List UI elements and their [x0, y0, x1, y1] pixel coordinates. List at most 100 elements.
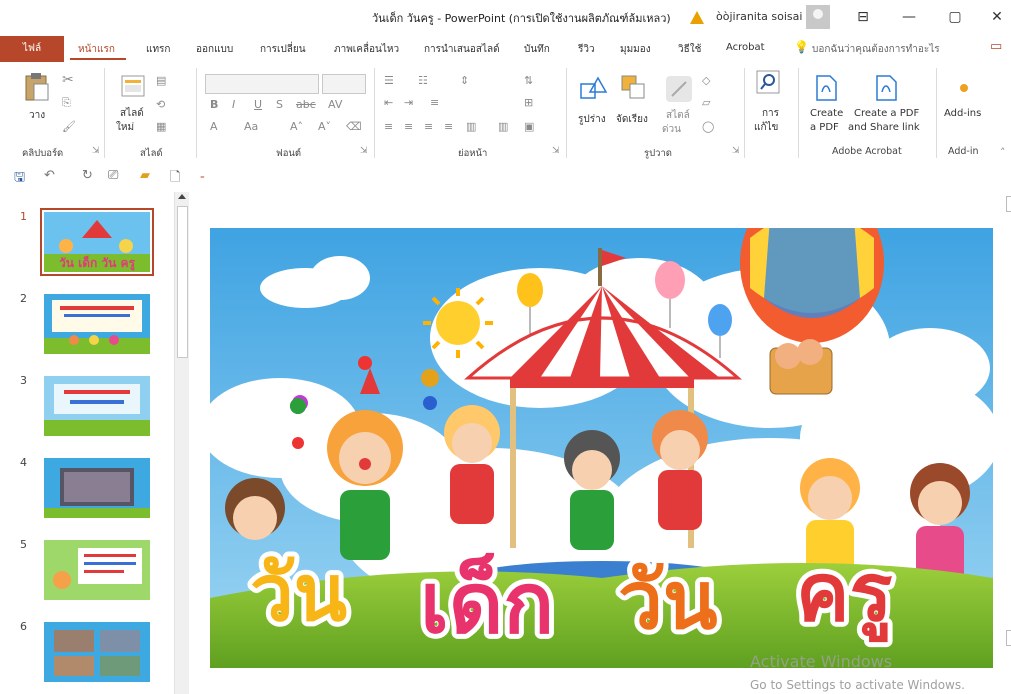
underline-icon[interactable]: U	[254, 98, 262, 111]
share-pdf-icon[interactable]	[874, 74, 898, 102]
collapse-ribbon-icon[interactable]: ˄	[1000, 146, 1006, 159]
paste-icon[interactable]	[24, 72, 50, 102]
slide-thumbnail-3[interactable]	[44, 376, 150, 436]
undo-icon[interactable]: ↶	[44, 168, 55, 183]
tab-transitions[interactable]: การเปลี่ยน	[260, 42, 306, 57]
italic-icon[interactable]: I	[232, 98, 235, 111]
quick-styles-icon[interactable]	[664, 74, 694, 104]
addins-button[interactable]: Add-ins	[944, 108, 981, 119]
font-name-combo[interactable]	[205, 74, 319, 94]
comments-icon[interactable]: ▭	[990, 39, 1002, 54]
font-color-icon[interactable]: A	[210, 120, 218, 133]
new-slide-icon[interactable]	[118, 72, 146, 100]
justify-icon[interactable]: ≡	[444, 120, 453, 133]
tab-file[interactable]: ไฟล์	[0, 36, 64, 62]
increase-indent-icon[interactable]: ⇥	[404, 96, 413, 109]
new-slide-label-1[interactable]: สไลด์	[120, 106, 144, 121]
user-name[interactable]: òòjiranita soisai	[716, 10, 802, 23]
arrange-icon[interactable]	[620, 74, 648, 104]
tab-design[interactable]: ออกแบบ	[196, 42, 233, 57]
shapes-icon[interactable]	[578, 74, 608, 104]
avatar[interactable]	[806, 5, 830, 29]
shape-outline-icon[interactable]: ▱	[702, 96, 710, 109]
format-painter-icon[interactable]: 🖌	[62, 120, 76, 133]
editing-label-2[interactable]: แก้ไข	[754, 120, 778, 135]
slide-thumbnail-4[interactable]	[44, 458, 150, 518]
tell-me-search[interactable]: บอกฉันว่าคุณต้องการทำอะไร	[812, 42, 940, 57]
scroll-up-icon[interactable]	[178, 194, 186, 199]
scrollbar-thumb[interactable]	[177, 206, 188, 358]
line-spacing-icon[interactable]: ⇕	[460, 74, 469, 87]
tab-view[interactable]: มุมมอง	[620, 42, 651, 57]
smartart-icon[interactable]: ▣	[524, 120, 534, 133]
tab-acrobat[interactable]: Acrobat	[726, 42, 765, 53]
columns-icon[interactable]: ≡	[430, 96, 439, 109]
slide-thumbnail-6[interactable]	[44, 622, 150, 682]
shape-effects-icon[interactable]: ◯	[702, 120, 714, 133]
tab-home[interactable]: หน้าแรก	[78, 42, 115, 57]
section-icon[interactable]: ▦	[156, 120, 166, 133]
text-direction-icon[interactable]: ⇅	[524, 74, 533, 87]
bold-icon[interactable]: B	[210, 98, 218, 111]
new-slide-label-2[interactable]: ใหม่	[116, 120, 134, 135]
cut-icon[interactable]: ✂	[62, 72, 74, 88]
strikethrough-icon[interactable]: abc	[296, 98, 316, 111]
distributed-icon[interactable]: ▥	[466, 120, 476, 133]
restore-button[interactable]: ▢	[940, 6, 970, 28]
bullets-icon[interactable]: ☰	[384, 74, 394, 87]
paragraph-launcher-icon[interactable]: ⇲	[552, 146, 560, 156]
customize-qat-icon[interactable]: ₌	[200, 172, 205, 182]
shape-fill-icon[interactable]: ◇	[702, 74, 710, 87]
tab-slideshow[interactable]: การนำเสนอสไลด์	[424, 42, 500, 57]
create-pdf-label-2[interactable]: a PDF	[810, 122, 839, 133]
slide-thumbnail-1[interactable]: วัน เด็ก วัน ครู	[40, 208, 154, 276]
create-pdf-label-1[interactable]: Create	[810, 108, 843, 119]
align-right-icon[interactable]: ≡	[424, 120, 433, 133]
save-icon[interactable]: 🖫	[14, 168, 25, 190]
slide-thumbnail-5[interactable]	[44, 540, 150, 600]
main-slide[interactable]: วัน เด็ก วัน ครู	[210, 228, 993, 668]
paste-label[interactable]: วาง	[29, 108, 45, 123]
lightbulb-icon[interactable]: 💡	[794, 40, 809, 54]
clear-formatting-icon[interactable]: ⌫	[346, 120, 362, 133]
decrease-indent-icon[interactable]: ⇤	[384, 96, 393, 109]
drawing-launcher-icon[interactable]: ⇲	[732, 146, 740, 156]
find-icon[interactable]	[756, 70, 780, 94]
open-folder-icon[interactable]: ▰	[140, 168, 150, 183]
copy-icon[interactable]: ⎘	[62, 96, 71, 110]
editor-scroll-top[interactable]	[1006, 196, 1011, 212]
editing-label-1[interactable]: การ	[762, 106, 779, 121]
share-pdf-label-1[interactable]: Create a PDF	[854, 108, 919, 119]
ribbon-display-options-icon[interactable]: ⊟	[848, 6, 878, 28]
quick-styles-label-1[interactable]: สไตล์	[666, 108, 690, 123]
font-launcher-icon[interactable]: ⇲	[360, 146, 368, 156]
new-file-icon[interactable]: 🗋	[170, 168, 180, 190]
tab-record[interactable]: บันทึก	[524, 42, 550, 57]
slide-thumbnail-2[interactable]	[44, 294, 150, 354]
align-left-icon[interactable]: ≡	[384, 120, 393, 133]
reset-icon[interactable]: ⟲	[156, 98, 165, 111]
decrease-font-icon[interactable]: A˅	[318, 120, 331, 133]
clipboard-launcher-icon[interactable]: ⇲	[92, 146, 100, 156]
tab-animations[interactable]: ภาพเคลื่อนไหว	[334, 42, 399, 57]
addins-icon[interactable]	[960, 84, 968, 92]
create-pdf-icon[interactable]	[814, 74, 838, 102]
align-center-icon[interactable]: ≡	[404, 120, 413, 133]
tab-insert[interactable]: แทรก	[146, 42, 170, 57]
columns-2-icon[interactable]: ▥	[498, 120, 508, 133]
share-pdf-label-2[interactable]: and Share link	[848, 122, 920, 133]
numbering-icon[interactable]: ☷	[418, 74, 428, 87]
increase-font-icon[interactable]: A˄	[290, 120, 303, 133]
tab-help[interactable]: วิธีใช้	[678, 42, 701, 57]
font-size-combo[interactable]	[322, 74, 366, 94]
tab-review[interactable]: รีวิว	[578, 42, 595, 57]
minimize-button[interactable]: —	[894, 6, 924, 28]
shadow-icon[interactable]: S	[276, 98, 283, 111]
redo-icon[interactable]: ↻	[82, 168, 93, 183]
change-case-icon[interactable]: Aa	[244, 120, 258, 133]
editor-scroll-bottom[interactable]	[1006, 630, 1011, 646]
close-button[interactable]: ✕	[982, 6, 1011, 28]
align-text-icon[interactable]: ⊞	[524, 96, 533, 109]
layout-icon[interactable]: ▤	[156, 74, 166, 87]
shapes-label[interactable]: รูปร่าง	[578, 112, 606, 127]
